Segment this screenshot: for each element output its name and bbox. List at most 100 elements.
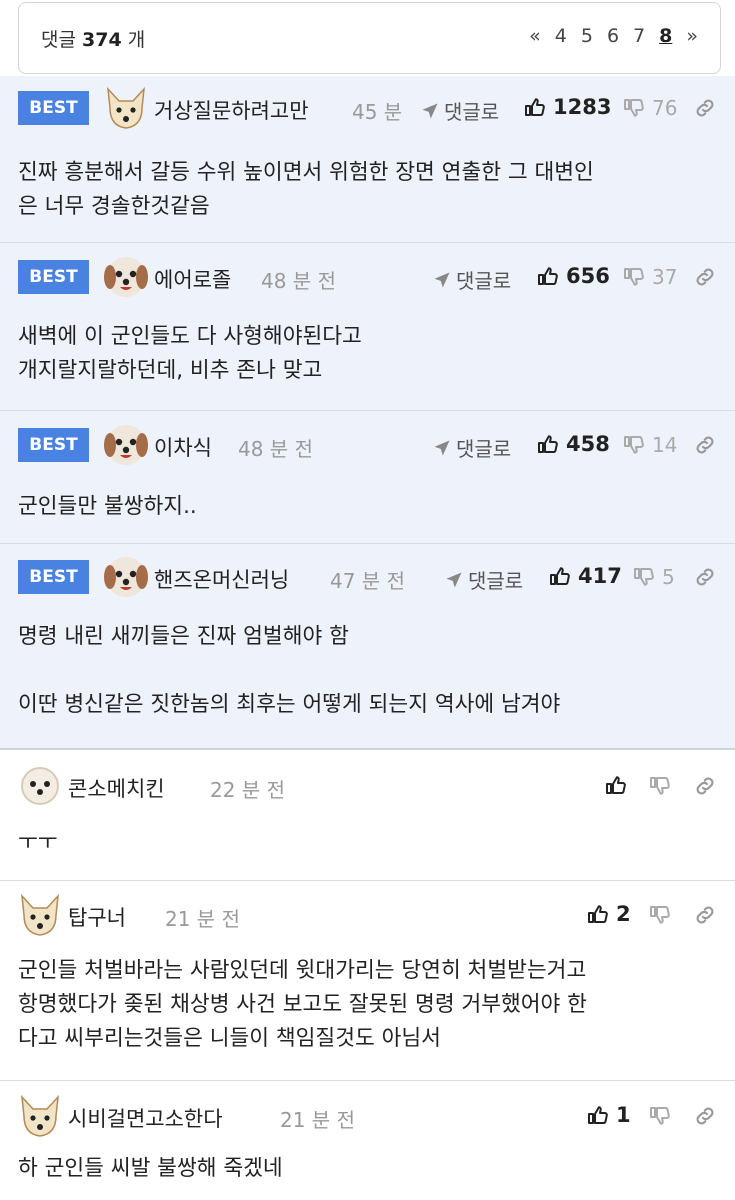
comment-line: ㅜㅜ bbox=[18, 830, 58, 855]
reply-label: 댓글로 bbox=[456, 269, 512, 293]
link-icon[interactable] bbox=[693, 774, 717, 798]
link-icon[interactable] bbox=[693, 96, 717, 120]
downvote-button[interactable]: 14 bbox=[622, 433, 677, 457]
upvote-count: 417 bbox=[578, 564, 622, 588]
comment-time: 21 분 전 bbox=[280, 1108, 355, 1132]
upvote-button[interactable]: 656 bbox=[536, 264, 610, 288]
upvote-button[interactable]: 417 bbox=[548, 564, 622, 588]
page-next-button[interactable]: » bbox=[686, 25, 698, 47]
comment-author[interactable]: 핸즈온머신러닝 bbox=[154, 564, 289, 594]
downvote-count: 76 bbox=[652, 96, 678, 120]
link-icon[interactable] bbox=[693, 903, 717, 927]
upvote-button[interactable]: 1283 bbox=[523, 95, 611, 119]
best-comment-meta: BEST 핸즈온머신러닝 47 분 전 댓글로 417 5 bbox=[18, 557, 721, 597]
comment-meta: 콘소메치킨 22 분 전 bbox=[18, 766, 721, 806]
thumbs-down-icon bbox=[622, 433, 646, 457]
upvote-button[interactable]: 1 bbox=[586, 1103, 631, 1127]
comment-author[interactable]: 이차식 bbox=[154, 432, 212, 462]
downvote-button[interactable] bbox=[648, 774, 672, 798]
reply-label: 댓글로 bbox=[444, 100, 500, 124]
reply-button[interactable]: 댓글로 bbox=[420, 96, 499, 125]
comment-body: 명령 내린 새끼들은 진짜 엄벌해야 함 이딴 병신같은 짓한놈의 최후는 어떻… bbox=[18, 620, 718, 722]
page-4-link[interactable]: 4 bbox=[555, 25, 567, 47]
best-comment-meta: BEST 이차식 48 분 전 댓글로 458 14 bbox=[18, 425, 721, 465]
comment-line: 새벽에 이 군인들도 다 사형해야된다고 bbox=[18, 324, 362, 349]
thumbs-down-icon bbox=[622, 265, 646, 289]
comment-line: 명령 내린 새끼들은 진짜 엄벌해야 함 bbox=[18, 624, 349, 649]
best-comment-meta: BEST 에어로졸 48 분 전 댓글로 656 37 bbox=[18, 257, 721, 297]
reply-button[interactable]: 댓글로 bbox=[444, 565, 523, 594]
thumbs-up-icon bbox=[548, 564, 572, 588]
comment-line bbox=[18, 654, 718, 688]
comment-line: 이딴 병신같은 짓한놈의 최후는 어떻게 되는지 역사에 남겨야 bbox=[18, 692, 561, 717]
comment-line: 항명했다가 좆된 채상병 사건 보고도 잘못된 명령 거부했어야 한 bbox=[18, 992, 587, 1017]
link-icon[interactable] bbox=[693, 1104, 717, 1128]
upvote-count: 656 bbox=[566, 264, 610, 288]
link-icon[interactable] bbox=[693, 265, 717, 289]
thumbs-up-icon bbox=[536, 264, 560, 288]
downvote-count: 5 bbox=[662, 565, 675, 589]
comment-author[interactable]: 콘소메치킨 bbox=[68, 773, 165, 803]
downvote-button[interactable]: 5 bbox=[632, 565, 675, 589]
downvote-button[interactable]: 76 bbox=[622, 96, 677, 120]
puppy-avatar-icon[interactable] bbox=[104, 423, 148, 467]
link-icon[interactable] bbox=[693, 565, 717, 589]
pagination: « 4 5 6 7 8 » bbox=[529, 25, 698, 47]
comment-line: 군인들 처벌바라는 사람있던데 윗대가리는 당연히 처벌받는거고 bbox=[18, 958, 587, 983]
send-arrow-icon bbox=[432, 438, 452, 458]
comment-time: 45 분 bbox=[352, 100, 403, 124]
best-badge: BEST bbox=[18, 428, 89, 462]
upvote-count: 458 bbox=[566, 432, 610, 456]
comment-author[interactable]: 탑구너 bbox=[68, 902, 126, 932]
dog-avatar-icon[interactable] bbox=[18, 1094, 62, 1138]
page-first-button[interactable]: « bbox=[529, 25, 541, 47]
thumbs-down-icon bbox=[632, 565, 656, 589]
divider bbox=[0, 880, 735, 881]
comment-meta: 탑구너 21 분 전 2 bbox=[18, 895, 721, 935]
divider bbox=[0, 748, 735, 750]
send-arrow-icon bbox=[420, 101, 440, 121]
best-badge: BEST bbox=[18, 260, 89, 294]
page-7-link[interactable]: 7 bbox=[633, 25, 645, 47]
thumbs-up-icon bbox=[536, 432, 560, 456]
page-5-link[interactable]: 5 bbox=[581, 25, 593, 47]
puppy-avatar-icon[interactable] bbox=[104, 255, 148, 299]
downvote-count: 14 bbox=[652, 433, 678, 457]
downvote-button[interactable] bbox=[648, 903, 672, 927]
upvote-button[interactable]: 2 bbox=[586, 902, 631, 926]
comment-author[interactable]: 거상질문하려고만 bbox=[154, 95, 309, 125]
downvote-count: 37 bbox=[652, 265, 678, 289]
dog-avatar-icon[interactable] bbox=[18, 893, 62, 937]
comment-body: 군인들 처벌바라는 사람있던데 윗대가리는 당연히 처벌받는거고 항명했다가 좆… bbox=[18, 954, 718, 1056]
thumbs-up-icon bbox=[604, 773, 628, 797]
downvote-button[interactable]: 37 bbox=[622, 265, 677, 289]
thumbs-down-icon bbox=[648, 774, 672, 798]
page-6-link[interactable]: 6 bbox=[607, 25, 619, 47]
page-8-current[interactable]: 8 bbox=[659, 25, 672, 47]
comment-author[interactable]: 에어로졸 bbox=[154, 264, 231, 294]
reply-button[interactable]: 댓글로 bbox=[432, 265, 511, 294]
comment-body: ㅜㅜ bbox=[18, 826, 718, 860]
thumbs-down-icon bbox=[622, 96, 646, 120]
reply-button[interactable]: 댓글로 bbox=[432, 433, 511, 462]
dog-avatar-icon[interactable] bbox=[104, 86, 148, 130]
comment-line: 은 너무 경솔한것같음 bbox=[18, 194, 210, 219]
best-comment-meta: BEST 거상질문하려고만 45 분 댓글로 1283 76 bbox=[18, 88, 721, 128]
divider bbox=[0, 410, 735, 411]
puppy-avatar-icon[interactable] bbox=[104, 555, 148, 599]
comment-count: 댓글 374 개 bbox=[41, 25, 145, 52]
send-arrow-icon bbox=[432, 270, 452, 290]
upvote-button[interactable] bbox=[604, 773, 634, 797]
upvote-count: 2 bbox=[616, 902, 631, 926]
best-badge: BEST bbox=[18, 560, 89, 594]
link-icon[interactable] bbox=[693, 433, 717, 457]
divider bbox=[0, 242, 735, 243]
comment-author[interactable]: 시비걸면고소한다 bbox=[68, 1103, 223, 1133]
comment-line: 개지랄지랄하던데, 비추 존나 맞고 bbox=[18, 358, 323, 383]
thumbs-up-icon bbox=[586, 1103, 610, 1127]
upvote-button[interactable]: 458 bbox=[536, 432, 610, 456]
fluffy-dog-avatar-icon[interactable] bbox=[18, 764, 62, 808]
downvote-button[interactable] bbox=[648, 1104, 672, 1128]
comment-time: 47 분 전 bbox=[330, 569, 405, 593]
send-arrow-icon bbox=[444, 570, 464, 590]
